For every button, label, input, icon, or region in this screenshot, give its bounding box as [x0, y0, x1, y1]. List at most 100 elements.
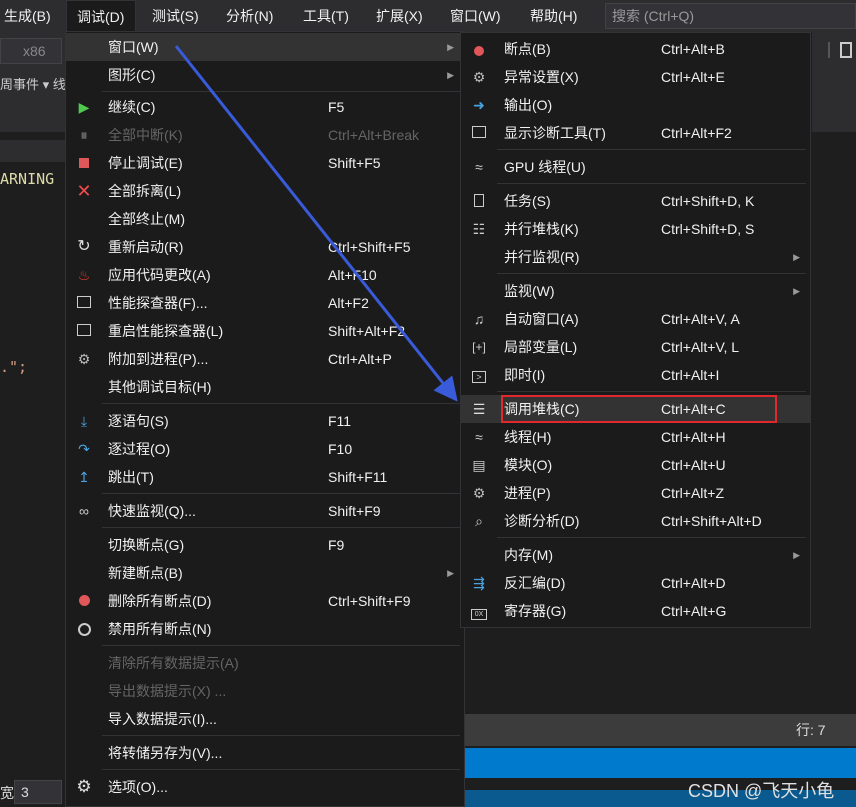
menu-item-label: 并行堆栈(K)	[504, 221, 579, 237]
menu-item-step-into[interactable]: ⤓ 逐语句(S) F11	[66, 407, 464, 435]
menu-item-delete-all-breakpoints[interactable]: 删除所有断点(D) Ctrl+Shift+F9	[66, 587, 464, 615]
menu-extensions[interactable]: 扩展(X)	[376, 0, 423, 32]
menu-item-label: 导入数据提示(I)...	[108, 711, 217, 727]
submenu-arrow-icon: ▶	[447, 568, 454, 578]
submenu-arrow-icon: ▶	[447, 382, 454, 392]
submenu-item-exception-settings[interactable]: ⚙ 异常设置(X) Ctrl+Alt+E	[461, 63, 810, 91]
menu-item-label: 内存(M)	[504, 547, 553, 563]
menu-item-shortcut: F5	[328, 99, 345, 115]
menu-debug[interactable]: 调试(D)	[66, 0, 136, 32]
menu-item-detach-all[interactable]: ✕ 全部拆离(L)	[66, 177, 464, 205]
submenu-item-modules[interactable]: ▤ 模块(O) Ctrl+Alt+U	[461, 451, 810, 479]
menu-item-shortcut: Shift+Alt+F2	[328, 323, 406, 339]
submenu-item-diagnostic-tools[interactable]: 显示诊断工具(T) Ctrl+Alt+F2	[461, 119, 810, 147]
submenu-item-threads[interactable]: ≈ 线程(H) Ctrl+Alt+H	[461, 423, 810, 451]
menu-item-shortcut: Alt+F10	[328, 267, 377, 283]
menu-item-label: 应用代码更改(A)	[108, 267, 211, 283]
menu-item-window[interactable]: 窗口(W) ▶	[66, 33, 464, 61]
submenu-item-parallel-stacks[interactable]: ☷ 并行堆栈(K) Ctrl+Shift+D, S	[461, 215, 810, 243]
menu-item-label: 逐过程(O)	[108, 441, 171, 457]
submenu-item-diagnostic-analysis[interactable]: ⌕ 诊断分析(D) Ctrl+Shift+Alt+D	[461, 507, 810, 535]
menu-separator	[102, 493, 460, 494]
menu-item-shortcut: Ctrl+Alt+P	[328, 351, 392, 367]
menu-item-new-breakpoint[interactable]: 新建断点(B) ▶	[66, 559, 464, 587]
menu-item-export-datatips[interactable]: 导出数据提示(X) ...	[66, 677, 464, 705]
submenu-item-processes[interactable]: ⚙ 进程(P) Ctrl+Alt+Z	[461, 479, 810, 507]
submenu-item-autos[interactable]: ♫ 自动窗口(A) Ctrl+Alt+V, A	[461, 305, 810, 333]
submenu-item-gpu-threads[interactable]: ≈ GPU 线程(U)	[461, 153, 810, 181]
menu-item-shortcut: F11	[328, 413, 352, 429]
menu-item-shortcut: Ctrl+Alt+E	[661, 69, 725, 85]
menu-separator	[102, 769, 460, 770]
line-indicator: 行: 7	[796, 722, 826, 738]
menu-item-break-all[interactable]: ⏸ 全部中断(K) Ctrl+Alt+Break	[66, 121, 464, 149]
menu-separator	[102, 403, 460, 404]
submenu-arrow-icon: ▶	[793, 286, 800, 296]
submenu-item-locals[interactable]: [+] 局部变量(L) Ctrl+Alt+V, L	[461, 333, 810, 361]
menu-item-save-dump-as[interactable]: 将转储另存为(V)...	[66, 739, 464, 767]
menu-item-continue[interactable]: ▶ 继续(C) F5	[66, 93, 464, 121]
attach-gears-icon: ⚙	[77, 351, 91, 367]
menu-item-toggle-breakpoint[interactable]: 切换断点(G) F9	[66, 531, 464, 559]
toolbar-divider	[828, 42, 830, 58]
menu-help[interactable]: 帮助(H)	[530, 0, 577, 32]
submenu-item-parallel-watch[interactable]: 并行监视(R) ▶	[461, 243, 810, 271]
menu-item-other-debug-targets[interactable]: 其他调试目标(H) ▶	[66, 373, 464, 401]
menu-test[interactable]: 测试(S)	[152, 0, 199, 32]
search-input[interactable]: 搜索 (Ctrl+Q)	[605, 3, 856, 29]
menu-item-shortcut: Ctrl+Shift+D, K	[661, 193, 755, 209]
menu-tools[interactable]: 工具(T)	[303, 0, 349, 32]
menu-separator	[102, 527, 460, 528]
menu-analyze[interactable]: 分析(N)	[226, 0, 273, 32]
submenu-item-disassembly[interactable]: ⇶ 反汇编(D) Ctrl+Alt+D	[461, 569, 810, 597]
menu-item-clear-datatips[interactable]: 清除所有数据提示(A)	[66, 649, 464, 677]
menu-item-performance-profiler[interactable]: 性能探查器(F)... Alt+F2	[66, 289, 464, 317]
menu-item-options[interactable]: ⚙ 选项(O)...	[66, 773, 464, 801]
menu-item-restart[interactable]: ↻ 重新启动(R) Ctrl+Shift+F5	[66, 233, 464, 261]
menu-separator	[102, 735, 460, 736]
menu-item-label: 其他调试目标(H)	[108, 379, 212, 395]
menu-item-step-over[interactable]: ↷ 逐过程(O) F10	[66, 435, 464, 463]
menu-build[interactable]: 生成(B)	[4, 0, 51, 32]
menu-separator	[102, 91, 460, 92]
submenu-item-immediate[interactable]: > 即时(I) Ctrl+Alt+I	[461, 361, 810, 389]
processes-gears-icon: ⚙	[472, 485, 486, 501]
menu-item-label: 新建断点(B)	[108, 565, 183, 581]
submenu-item-breakpoints[interactable]: 断点(B) Ctrl+Alt+B	[461, 35, 810, 63]
menu-item-relaunch-profiler[interactable]: 重启性能探查器(L) Shift+Alt+F2	[66, 317, 464, 345]
menu-item-disable-all-breakpoints[interactable]: 禁用所有断点(N)	[66, 615, 464, 643]
menu-item-label: 诊断分析(D)	[504, 513, 580, 529]
menu-item-label: 全部中断(K)	[108, 127, 183, 143]
delete-breakpoints-icon	[75, 592, 93, 610]
submenu-arrow-icon: ▶	[793, 550, 800, 560]
menu-item-stop-debugging[interactable]: 停止调试(E) Shift+F5	[66, 149, 464, 177]
menu-item-quick-watch[interactable]: ∞ 快速监视(Q)... Shift+F9	[66, 497, 464, 525]
zoom-dropdown[interactable]: 3	[14, 780, 62, 804]
submenu-item-registers[interactable]: 0X 寄存器(G) Ctrl+Alt+G	[461, 597, 810, 625]
menu-item-terminate-all[interactable]: 全部终止(M)	[66, 205, 464, 233]
submenu-item-tasks[interactable]: 任务(S) Ctrl+Shift+D, K	[461, 187, 810, 215]
submenu-item-watch[interactable]: 监视(W) ▶	[461, 277, 810, 305]
submenu-item-output[interactable]: ➜ 输出(O)	[461, 91, 810, 119]
menu-item-step-out[interactable]: ↥ 跳出(T) Shift+F11	[66, 463, 464, 491]
pin-icon[interactable]	[840, 42, 852, 58]
menu-item-attach-to-process[interactable]: ⚙ 附加到进程(P)... Ctrl+Alt+P	[66, 345, 464, 373]
menu-window[interactable]: 窗口(W)	[450, 0, 501, 32]
tasks-clipboard-icon	[470, 192, 488, 210]
platform-dropdown[interactable]: x86	[0, 38, 62, 64]
menu-item-shortcut: Ctrl+Alt+B	[661, 41, 725, 57]
submenu-item-memory[interactable]: 内存(M) ▶	[461, 541, 810, 569]
menu-item-shortcut: Shift+F11	[328, 469, 388, 485]
step-over-icon: ↷	[78, 441, 90, 457]
menu-item-graphics[interactable]: 图形(C) ▶	[66, 61, 464, 89]
menu-item-apply-code-changes[interactable]: ♨ 应用代码更改(A) Alt+F10	[66, 261, 464, 289]
options-gear-icon: ⚙	[76, 777, 92, 796]
menu-item-import-datatips[interactable]: 导入数据提示(I)...	[66, 705, 464, 733]
menu-item-shortcut: Ctrl+Shift+F9	[328, 593, 411, 609]
diagnostic-analysis-icon: ⌕	[475, 513, 483, 529]
menu-item-shortcut: Ctrl+Alt+I	[661, 367, 720, 383]
menu-item-shortcut: Ctrl+Alt+F2	[661, 125, 732, 141]
lifecycle-events-label: 周事件 ▾ 线	[0, 77, 66, 92]
parallel-stacks-icon: ☷	[472, 221, 486, 237]
menu-separator	[497, 537, 806, 538]
